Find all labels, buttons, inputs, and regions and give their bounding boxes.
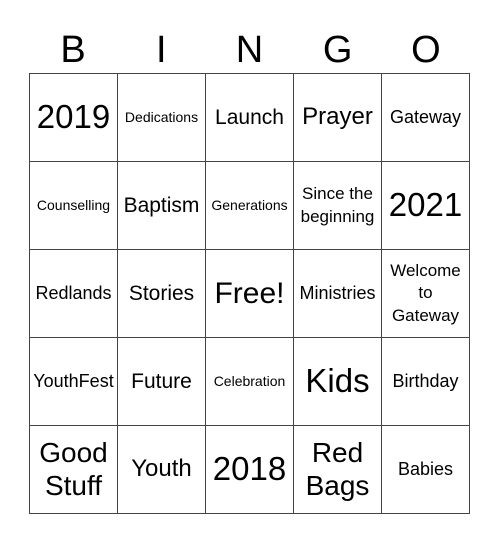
bingo-cell[interactable]: Since the beginning [294, 162, 382, 250]
bingo-cell[interactable]: 2018 [206, 426, 294, 514]
bingo-cell-label: Ministries [299, 282, 376, 303]
bingo-cell[interactable]: Welcome to Gateway [382, 250, 470, 338]
bingo-cell-label: Generations [211, 196, 288, 213]
bingo-cell-label: 2021 [388, 186, 463, 224]
bingo-cell-label: Kids [305, 362, 370, 400]
bingo-cell-label: YouthFest [33, 370, 114, 391]
bingo-cell-label: Baptism [123, 193, 200, 217]
bingo-cell[interactable]: Baptism [118, 162, 206, 250]
bingo-cell-label: Since the beginning [300, 184, 375, 226]
bingo-cell[interactable]: Launch [206, 74, 294, 162]
bingo-grid: 2019 Dedications Launch Prayer Gateway Counse… [29, 73, 470, 514]
bingo-cell-label: Good Stuff [39, 437, 108, 501]
header-letter-n: N [235, 29, 264, 71]
bingo-cell-free[interactable]: Free! [206, 250, 294, 338]
header-letter-b: B [60, 29, 86, 71]
bingo-cell-label: Celebration [213, 372, 286, 389]
header-letter-i: I [156, 29, 167, 71]
bingo-cell-label: Counselling [36, 196, 111, 213]
bingo-cell-label: Dedications [124, 108, 199, 125]
header-letter-g: G [322, 29, 353, 71]
bingo-cell[interactable]: Redlands [30, 250, 118, 338]
bingo-cell-label: Birthday [392, 370, 459, 391]
bingo-cell[interactable]: Future [118, 338, 206, 426]
bingo-cell-label: Stories [128, 281, 195, 305]
bingo-cell-label: Youth [131, 455, 192, 483]
bingo-header: B I N G O [29, 28, 470, 72]
bingo-cell-label: Prayer [302, 103, 373, 131]
bingo-cell-label: Welcome to Gateway [390, 261, 461, 325]
bingo-cell-label: Launch [215, 105, 284, 129]
bingo-cell-label: 2018 [212, 450, 287, 488]
bingo-cell[interactable]: Counselling [30, 162, 118, 250]
bingo-cell[interactable]: Babies [382, 426, 470, 514]
bingo-cell[interactable]: Youth [118, 426, 206, 514]
bingo-cell[interactable]: YouthFest [30, 338, 118, 426]
bingo-cell[interactable]: Dedications [118, 74, 206, 162]
bingo-cell[interactable]: Red Bags [294, 426, 382, 514]
bingo-cell[interactable]: Ministries [294, 250, 382, 338]
bingo-cell-label: Red Bags [305, 437, 370, 501]
bingo-cell[interactable]: Celebration [206, 338, 294, 426]
bingo-cell[interactable]: Good Stuff [30, 426, 118, 514]
bingo-cell-label: Redlands [35, 282, 112, 303]
bingo-cell[interactable]: Kids [294, 338, 382, 426]
bingo-cell[interactable]: 2021 [382, 162, 470, 250]
bingo-cell-label: Future [131, 369, 192, 393]
bingo-cell[interactable]: Gateway [382, 74, 470, 162]
bingo-cell-label: Free! [214, 277, 285, 310]
bingo-cell[interactable]: Birthday [382, 338, 470, 426]
bingo-cell-label: Babies [397, 458, 454, 479]
bingo-cell[interactable]: Stories [118, 250, 206, 338]
bingo-cell[interactable]: Generations [206, 162, 294, 250]
bingo-cell[interactable]: 2019 [30, 74, 118, 162]
bingo-cell[interactable]: Prayer [294, 74, 382, 162]
bingo-cell-label: Gateway [389, 106, 462, 127]
header-letter-o: O [411, 29, 441, 71]
bingo-cell-label: 2019 [36, 98, 111, 136]
